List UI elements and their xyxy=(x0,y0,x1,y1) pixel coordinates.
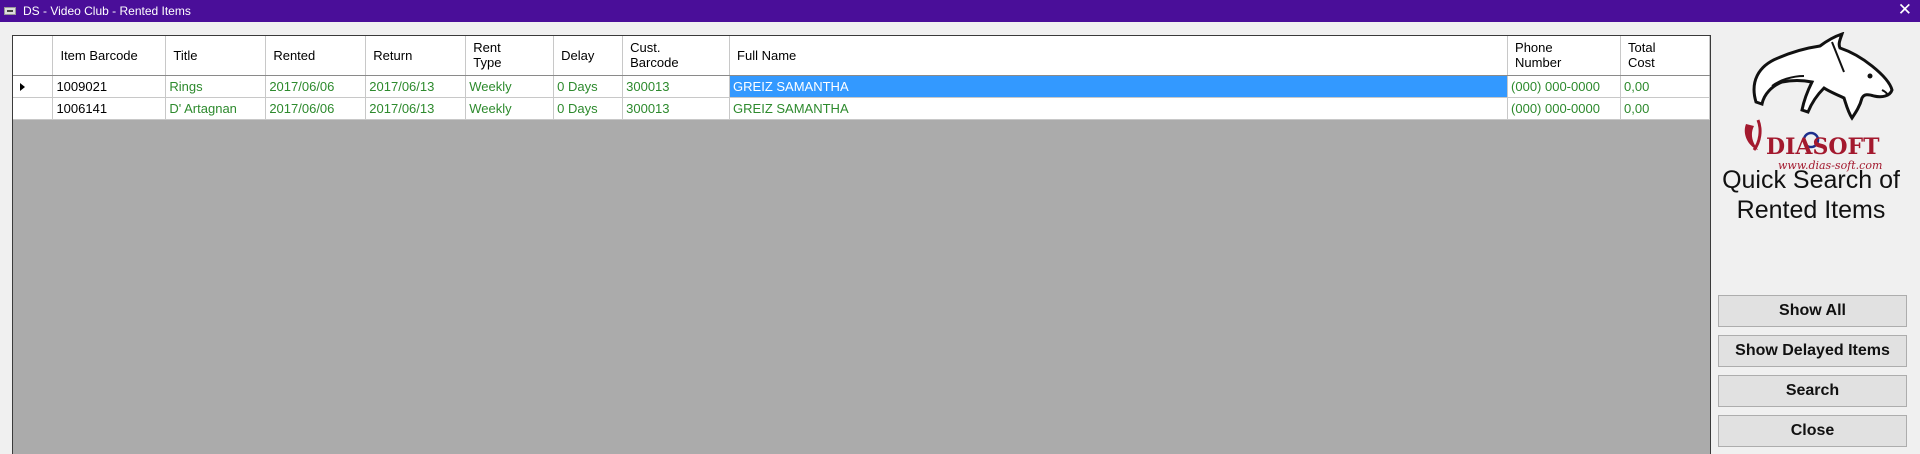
cell-rented[interactable]: 2017/06/06 xyxy=(265,97,367,120)
row-selector[interactable] xyxy=(13,75,54,98)
table-row[interactable]: 1006141 D' Artagnan 2017/06/06 2017/06/1… xyxy=(13,97,1710,120)
table-row[interactable]: 1009021 Rings 2017/06/06 2017/06/13 Week… xyxy=(13,75,1710,98)
cell-item-barcode[interactable]: 1009021 xyxy=(52,75,167,98)
cell-full-name[interactable]: GREIZ SAMANTHA xyxy=(729,97,1509,120)
column-header-phone-number[interactable]: Phone Number xyxy=(1507,36,1621,76)
window-title: DS - Video Club - Rented Items xyxy=(23,4,191,18)
cell-total-cost[interactable]: 0,00 xyxy=(1620,75,1710,98)
cell-rent-type[interactable]: Weekly xyxy=(465,97,555,120)
cell-title[interactable]: D' Artagnan xyxy=(165,97,267,120)
close-button[interactable]: Close xyxy=(1718,415,1907,447)
window-close-icon[interactable]: ✕ xyxy=(1898,1,1912,19)
current-row-arrow-icon xyxy=(20,82,25,91)
cell-rent-type[interactable]: Weekly xyxy=(465,75,555,98)
column-header-rented[interactable]: Rented xyxy=(265,36,367,76)
diasoft-horse-logo: DIASOFT www.dias-soft.com xyxy=(1744,32,1894,172)
cell-delay[interactable]: 0 Days xyxy=(553,97,624,120)
column-header-full-name[interactable]: Full Name xyxy=(729,36,1509,76)
cell-total-cost[interactable]: 0,00 xyxy=(1620,97,1710,120)
header-row: Item Barcode Title Rented Return Rent Ty… xyxy=(13,36,1710,76)
cell-title[interactable]: Rings xyxy=(165,75,267,98)
cell-rented[interactable]: 2017/06/06 xyxy=(265,75,367,98)
cell-phone-number[interactable]: (000) 000-0000 xyxy=(1507,97,1621,120)
show-all-button[interactable]: Show All xyxy=(1718,295,1907,327)
row-selector[interactable] xyxy=(13,97,54,120)
row-header-corner xyxy=(13,36,54,76)
cell-full-name[interactable]: GREIZ SAMANTHA xyxy=(729,75,1509,98)
cell-cust-barcode[interactable]: 300013 xyxy=(622,75,731,98)
logo-wordmark: DIASOFT xyxy=(1766,134,1880,160)
column-header-rent-type[interactable]: Rent Type xyxy=(465,36,555,76)
column-header-delay[interactable]: Delay xyxy=(553,36,624,76)
search-button[interactable]: Search xyxy=(1718,375,1907,407)
sidebar: DIASOFT www.dias-soft.com Quick Search o… xyxy=(1712,22,1920,454)
column-header-total-cost[interactable]: Total Cost xyxy=(1620,36,1710,76)
title-bar: DS - Video Club - Rented Items ✕ xyxy=(0,0,1920,22)
column-header-item-barcode[interactable]: Item Barcode xyxy=(52,36,167,76)
app-icon xyxy=(4,7,16,15)
cell-return[interactable]: 2017/06/13 xyxy=(365,97,467,120)
cell-return[interactable]: 2017/06/13 xyxy=(365,75,467,98)
column-header-title[interactable]: Title xyxy=(165,36,267,76)
cell-item-barcode[interactable]: 1006141 xyxy=(52,97,167,120)
column-header-return[interactable]: Return xyxy=(365,36,467,76)
show-delayed-items-button[interactable]: Show Delayed Items xyxy=(1718,335,1907,367)
column-header-cust-barcode[interactable]: Cust. Barcode xyxy=(622,36,731,76)
cell-delay[interactable]: 0 Days xyxy=(553,75,624,98)
rented-items-grid[interactable]: Item Barcode Title Rented Return Rent Ty… xyxy=(12,35,1711,454)
cell-cust-barcode[interactable]: 300013 xyxy=(622,97,731,120)
rented-items-table: Item Barcode Title Rented Return Rent Ty… xyxy=(13,36,1710,120)
cell-phone-number[interactable]: (000) 000-0000 xyxy=(1507,75,1621,98)
quick-search-heading: Quick Search of Rented Items xyxy=(1722,166,1900,224)
